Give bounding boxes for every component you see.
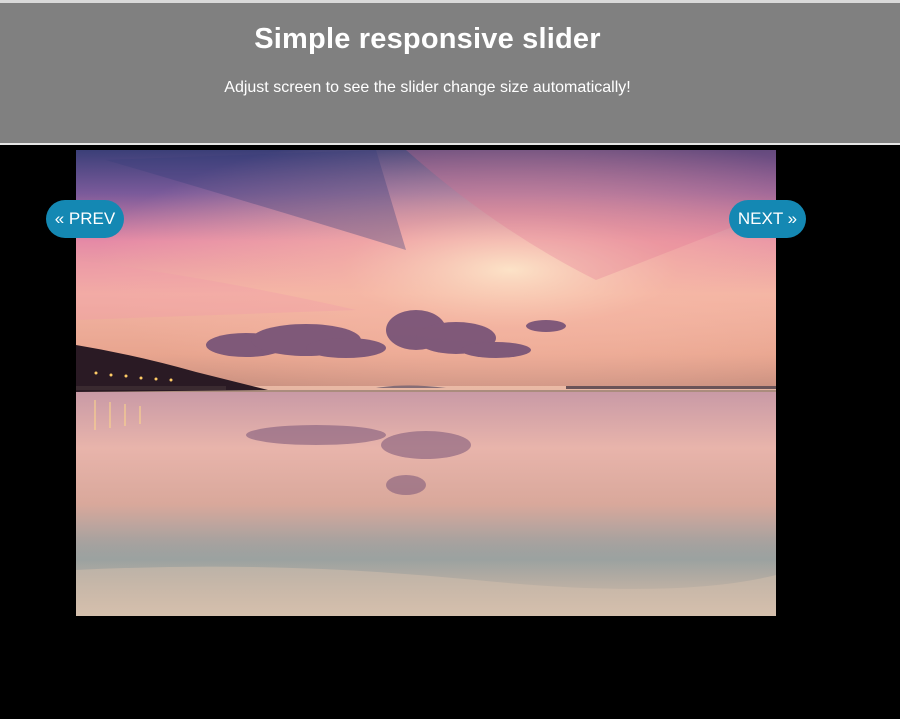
next-button[interactable]: NEXT » — [729, 200, 806, 238]
slider — [76, 150, 776, 616]
slide-image — [76, 150, 776, 616]
header: Simple responsive slider Adjust screen t… — [0, 3, 900, 143]
page-subtitle: Adjust screen to see the slider change s… — [224, 79, 631, 96]
page: Simple responsive slider Adjust screen t… — [0, 0, 900, 719]
header-divider — [0, 143, 900, 145]
prev-button[interactable]: « PREV — [46, 200, 124, 238]
page-title: Simple responsive slider — [254, 23, 601, 55]
